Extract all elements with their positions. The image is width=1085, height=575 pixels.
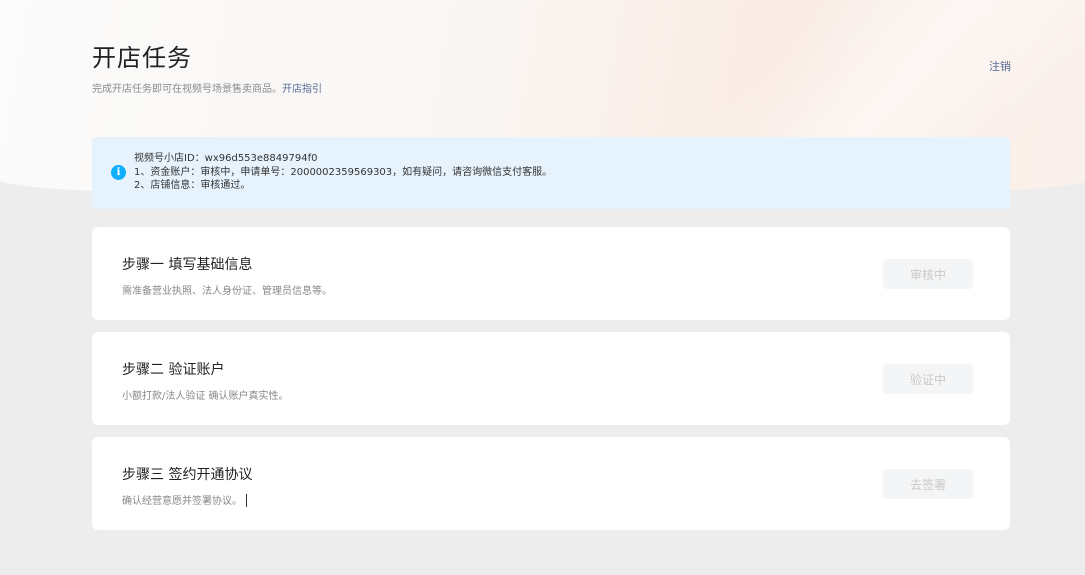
text-cursor (246, 494, 247, 507)
reviewing-button[interactable]: 审核中 (883, 259, 973, 289)
notice-line-shop-id: 视频号小店ID：wx96d553e8849794f0 (134, 153, 318, 164)
sign-button[interactable]: 去签署 (883, 469, 973, 499)
notice-line-shop-info: 2、店铺信息：审核通过。 (134, 180, 251, 191)
step-desc: 小额打款/法人验证 确认账户真实性。 (122, 391, 289, 402)
step-desc-text: 确认经营意愿并签署协议。 (122, 496, 242, 507)
step-desc: 确认经营意愿并签署协议。 (122, 492, 247, 507)
guide-link[interactable]: 开店指引 (282, 84, 322, 95)
step-card-sign-agreement: 步骤三 签约开通协议 确认经营意愿并签署协议。 去签署 (92, 437, 1010, 530)
verifying-button[interactable]: 验证中 (883, 364, 973, 394)
notice-lines: 视频号小店ID：wx96d553e8849794f0 1、资金账户：审核中，申请… (134, 152, 552, 193)
step-title: 步骤二 验证账户 (122, 362, 225, 378)
step-desc: 需准备营业执照、法人身份证、管理员信息等。 (122, 286, 332, 297)
step-title: 步骤一 填写基础信息 (122, 257, 253, 273)
notice-banner: i 视频号小店ID：wx96d553e8849794f0 1、资金账户：审核中，… (92, 137, 1010, 209)
step-card-verify-account: 步骤二 验证账户 小额打款/法人验证 确认账户真实性。 验证中 (92, 332, 1010, 425)
step-title: 步骤三 签约开通协议 (122, 467, 253, 483)
subtitle-text: 完成开店任务即可在视频号场景售卖商品。 (92, 84, 282, 95)
notice-line-fund-account: 1、资金账户：审核中，申请单号：2000002359569303，如有疑问，请咨… (134, 166, 553, 178)
logout-link[interactable]: 注销 (989, 58, 1011, 74)
page-subtitle: 完成开店任务即可在视频号场景售卖商品。开店指引 (92, 80, 322, 95)
step-card-basic-info: 步骤一 填写基础信息 需准备营业执照、法人身份证、管理员信息等。 审核中 (92, 227, 1010, 320)
page-title: 开店任务 (92, 44, 192, 72)
info-icon: i (111, 165, 126, 180)
